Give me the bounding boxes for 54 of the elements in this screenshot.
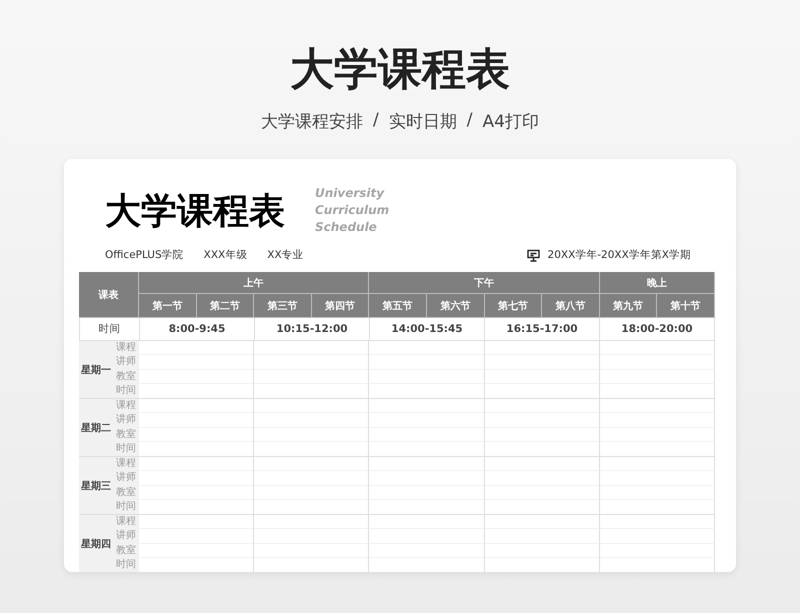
field-label: 讲师 xyxy=(113,471,139,486)
field-label: 时间 xyxy=(113,442,139,456)
english-title-line: Curriculum xyxy=(315,202,390,219)
separator: / xyxy=(466,110,472,132)
field-label: 讲师 xyxy=(113,355,139,370)
subtitle-item: 实时日期 xyxy=(388,111,457,133)
day-label: 星期四 xyxy=(79,515,113,572)
header-cell: 第九节 xyxy=(600,294,658,318)
header-cell: 第七节 xyxy=(484,294,542,318)
day-label: 星期三 xyxy=(79,457,113,514)
table-cell: 8:00-9:45 xyxy=(140,318,255,341)
table-cell: 10:15-12:00 xyxy=(255,318,370,341)
english-title-line: Schedule xyxy=(315,219,378,236)
separator: / xyxy=(373,110,379,132)
header-cell: 第二节 xyxy=(196,294,254,318)
info-label: XX专业 xyxy=(267,248,304,262)
header-cell: 晚上 xyxy=(600,272,715,294)
field-label: 时间 xyxy=(113,500,139,514)
header-cell: 第四节 xyxy=(312,294,370,318)
field-label: 教室 xyxy=(113,428,139,442)
field-label: 教室 xyxy=(113,544,139,558)
term-label: 20XX学年-20XX学年第X学期 xyxy=(548,248,691,262)
field-label: 课程 xyxy=(113,515,139,530)
day-label: 星期二 xyxy=(79,399,113,456)
subtitle-item: 大学课程安排 xyxy=(261,111,364,133)
field-label: 时间 xyxy=(113,384,139,398)
header-cell: 第十节 xyxy=(657,294,715,318)
table-cell: 16:15-17:00 xyxy=(485,318,600,341)
table-cell: 18:00-20:00 xyxy=(600,318,715,341)
field-label: 课程 xyxy=(113,341,139,356)
field-label: 讲师 xyxy=(113,413,139,428)
day-label: 星期一 xyxy=(79,341,113,398)
header-cell: 第六节 xyxy=(426,294,485,318)
presentation-board-icon xyxy=(526,248,540,262)
field-label: 时间 xyxy=(113,558,139,572)
header-cell: 第三节 xyxy=(254,294,312,318)
field-label: 课程 xyxy=(113,457,139,472)
table-cell: 14:00-15:45 xyxy=(370,318,485,341)
header-cell: 第八节 xyxy=(542,294,600,318)
header-cell: 第五节 xyxy=(369,294,427,318)
field-label: 教室 xyxy=(113,486,139,500)
field-label: 讲师 xyxy=(113,529,139,544)
info-label: XXX年级 xyxy=(204,248,248,262)
field-label: 教室 xyxy=(113,370,139,384)
header-cell: 下午 xyxy=(369,272,600,294)
header-cell: 上午 xyxy=(139,272,370,294)
field-label: 课程 xyxy=(113,399,139,414)
info-label: OfficePLUS学院 xyxy=(105,248,184,262)
header-cell: 课表 xyxy=(79,272,139,318)
schedule-title: 大学课程表 xyxy=(105,190,285,234)
header-cell: 第一节 xyxy=(139,294,197,318)
english-title-line: University xyxy=(315,185,386,202)
subtitle-item: A4打印 xyxy=(482,111,539,133)
page-title: 大学课程表 xyxy=(290,43,510,97)
